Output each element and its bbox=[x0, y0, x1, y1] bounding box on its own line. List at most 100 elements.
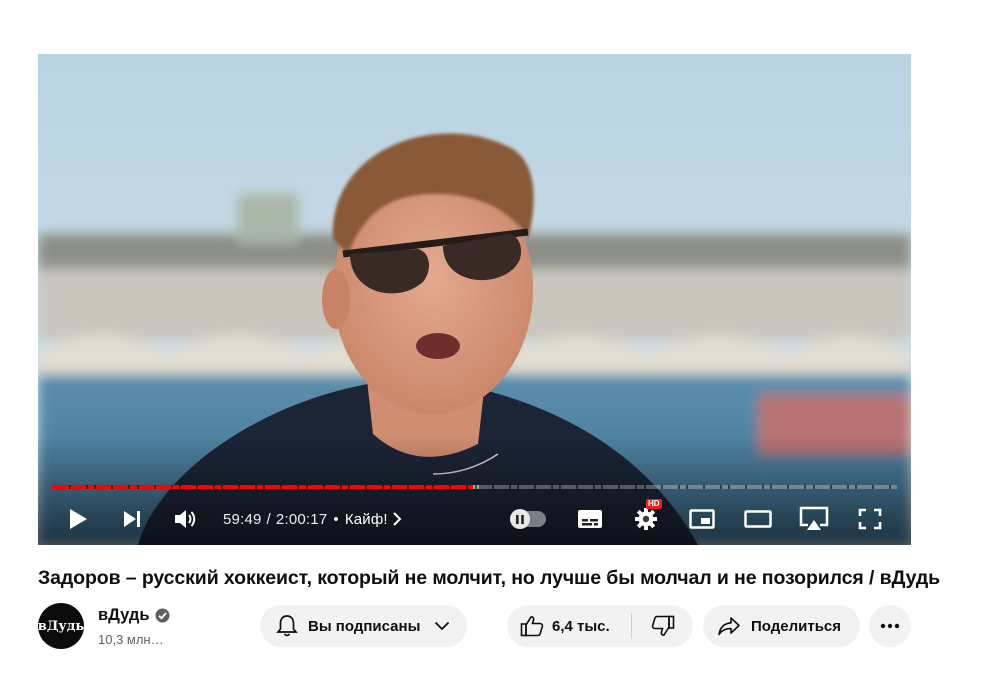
chapter-marker bbox=[212, 485, 215, 489]
thumbs-down-icon bbox=[651, 615, 675, 637]
chapter-marker bbox=[846, 485, 849, 489]
chapter-marker bbox=[297, 485, 300, 489]
chapter-button[interactable]: Кайф! bbox=[345, 511, 402, 528]
chapter-marker bbox=[576, 485, 579, 489]
chapter-marker bbox=[364, 485, 367, 489]
chapter-marker bbox=[812, 485, 815, 489]
chapter-marker bbox=[787, 485, 790, 489]
fullscreen-icon bbox=[858, 508, 882, 530]
chapter-marker bbox=[888, 485, 891, 489]
chapter-marker bbox=[593, 485, 596, 489]
chapter-marker bbox=[339, 485, 342, 489]
dislike-button[interactable] bbox=[632, 605, 693, 647]
chapter-marker bbox=[550, 485, 553, 489]
chapter-marker bbox=[508, 485, 511, 489]
share-button[interactable]: Поделиться bbox=[703, 605, 860, 647]
play-icon bbox=[70, 509, 87, 529]
hd-badge: HD bbox=[646, 499, 662, 509]
more-actions-button[interactable] bbox=[869, 605, 911, 647]
time-current: 59:49 bbox=[223, 510, 262, 528]
channel-avatar[interactable]: вДудь bbox=[38, 603, 84, 649]
chapter-marker bbox=[94, 485, 97, 489]
like-dislike-group: 6,4 тыс. bbox=[507, 605, 693, 647]
chapter-marker bbox=[635, 485, 638, 489]
chapter-marker bbox=[762, 485, 765, 489]
chapter-marker bbox=[871, 485, 874, 489]
skip-next-icon bbox=[124, 511, 140, 527]
chapter-marker bbox=[86, 485, 89, 489]
share-label: Поделиться bbox=[751, 617, 842, 635]
chapter-marker bbox=[702, 485, 705, 489]
video-player[interactable]: 59:49 / 2:00:17 • Кайф! HD bbox=[38, 54, 911, 545]
chapter-marker bbox=[601, 485, 604, 489]
time-display: 59:49 / 2:00:17 • Кайф! bbox=[223, 497, 402, 541]
like-button[interactable]: 6,4 тыс. bbox=[507, 605, 631, 647]
progress-bar[interactable] bbox=[52, 485, 897, 489]
chapter-marker bbox=[449, 485, 452, 489]
chapter-marker bbox=[322, 485, 325, 489]
chapter-marker bbox=[804, 485, 807, 489]
chapter-marker bbox=[255, 485, 258, 489]
volume-button[interactable] bbox=[168, 497, 204, 541]
chapter-marker bbox=[280, 485, 283, 489]
chapter-marker bbox=[728, 485, 730, 489]
chapter-marker bbox=[263, 485, 266, 489]
chapter-marker bbox=[221, 485, 223, 489]
chapter-marker bbox=[516, 485, 519, 489]
chapter-marker bbox=[305, 485, 308, 489]
subtitles-button[interactable] bbox=[570, 497, 610, 541]
miniplayer-icon bbox=[689, 509, 715, 529]
chapter-marker bbox=[643, 485, 646, 489]
channel-name[interactable]: вДудь bbox=[98, 606, 149, 625]
subscribed-button[interactable]: Вы подписаны bbox=[260, 605, 467, 647]
chapter-marker bbox=[685, 485, 688, 489]
channel-name-row[interactable]: вДудь bbox=[98, 606, 170, 625]
chapter-marker bbox=[660, 485, 663, 489]
chapter-marker bbox=[128, 485, 131, 489]
chapter-marker bbox=[745, 485, 748, 489]
chapter-marker bbox=[559, 485, 561, 489]
thumbs-up-icon bbox=[520, 615, 544, 637]
chapter-marker bbox=[195, 485, 198, 489]
chapter-marker bbox=[347, 485, 350, 489]
chapter-marker bbox=[153, 485, 156, 489]
like-count: 6,4 тыс. bbox=[552, 617, 610, 635]
chapter-marker bbox=[407, 485, 410, 489]
gear-icon bbox=[635, 508, 657, 530]
subtitles-icon bbox=[578, 510, 602, 528]
chapter-marker bbox=[466, 485, 469, 489]
video-title: Задоров – русский хоккеист, который не м… bbox=[38, 567, 940, 589]
chapter-marker bbox=[381, 485, 384, 489]
theater-icon bbox=[744, 510, 772, 528]
chapter-marker bbox=[677, 485, 680, 489]
chapter-separator: • bbox=[333, 510, 339, 528]
miniplayer-button[interactable] bbox=[682, 497, 722, 541]
chapter-marker bbox=[618, 485, 621, 489]
verified-icon bbox=[155, 608, 170, 623]
airplay-icon bbox=[799, 506, 829, 530]
share-icon bbox=[717, 616, 741, 636]
subscribed-label: Вы подписаны bbox=[308, 617, 421, 635]
time-total: 2:00:17 bbox=[275, 510, 328, 528]
theater-mode-button[interactable] bbox=[738, 497, 778, 541]
chapter-marker bbox=[474, 485, 477, 489]
chapter-marker bbox=[719, 485, 722, 489]
more-horizontal-icon bbox=[880, 623, 900, 629]
chapter-marker bbox=[829, 485, 832, 489]
chapter-marker bbox=[533, 485, 536, 489]
next-button[interactable] bbox=[114, 497, 150, 541]
autoplay-toggle[interactable] bbox=[510, 509, 546, 529]
chapter-marker bbox=[424, 485, 427, 489]
chapter-marker bbox=[770, 485, 773, 489]
chapter-title: Кайф! bbox=[344, 510, 388, 528]
cast-button[interactable] bbox=[794, 497, 834, 541]
chapter-marker bbox=[432, 485, 435, 489]
volume-icon bbox=[175, 510, 196, 528]
play-button[interactable] bbox=[60, 497, 96, 541]
chapter-marker bbox=[390, 485, 392, 489]
avatar-text: вДудь bbox=[37, 618, 85, 634]
chapter-marker bbox=[170, 485, 173, 489]
settings-button[interactable]: HD bbox=[626, 497, 666, 541]
chapter-marker bbox=[238, 485, 241, 489]
fullscreen-button[interactable] bbox=[850, 497, 890, 541]
